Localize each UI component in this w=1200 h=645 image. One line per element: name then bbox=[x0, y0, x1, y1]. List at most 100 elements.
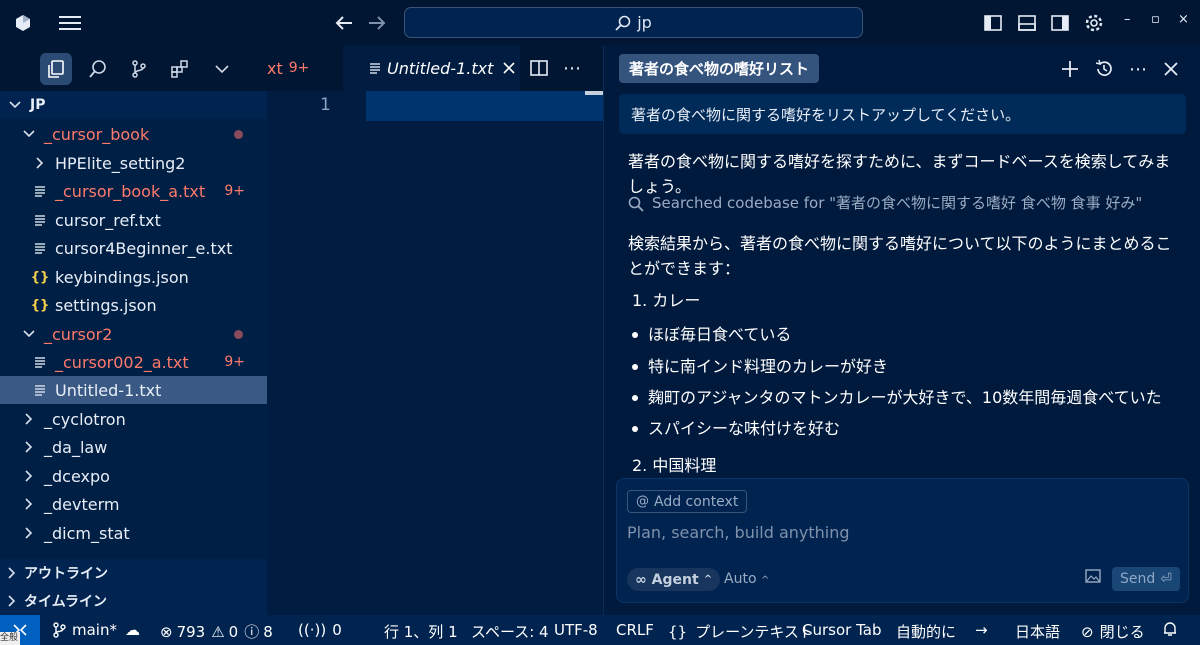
chat-panel: 著者の食べ物の嗜好リスト ⋯ 著者の食べ物に関する嗜好をリストアップしてください… bbox=[603, 45, 1200, 615]
close-tab-icon[interactable] bbox=[503, 62, 515, 74]
search-icon bbox=[628, 196, 644, 212]
outline-section[interactable]: アウトライン bbox=[0, 559, 267, 587]
search-icon[interactable] bbox=[82, 53, 114, 85]
text-file-icon bbox=[33, 185, 47, 197]
tree-item-label: _dcexpo bbox=[44, 466, 110, 486]
tree-item-label: _cursor2 bbox=[44, 324, 113, 344]
chevron-right-icon bbox=[22, 413, 36, 425]
tree-file[interactable]: _cursor_book_a.txt 9+ bbox=[0, 177, 267, 205]
toggle-sidebar-icon[interactable] bbox=[978, 8, 1008, 38]
search-tool-text: Searched codebase for "著者の食べ物に関する嗜好 食べ物 … bbox=[652, 194, 1143, 212]
enter-icon: ⏎ bbox=[1160, 571, 1172, 587]
more-icon[interactable]: ⋯ bbox=[1124, 55, 1152, 83]
explorer-icon[interactable] bbox=[40, 53, 72, 85]
tree-file[interactable]: {} keybindings.json bbox=[0, 263, 267, 291]
tree-folder[interactable]: _da_law bbox=[0, 433, 267, 461]
tree-file[interactable]: {} settings.json bbox=[0, 291, 267, 319]
git-branch[interactable]: main* ☁ bbox=[52, 621, 140, 639]
search-icon bbox=[615, 15, 631, 31]
toggle-secondary-sidebar-icon[interactable] bbox=[1045, 8, 1075, 38]
user-message[interactable]: 著者の食べ物に関する嗜好をリストアップしてください。 bbox=[619, 94, 1186, 134]
json-file-icon: {} bbox=[30, 269, 50, 285]
tooltip-fragment: 全般 bbox=[0, 632, 20, 645]
ports-count: 0 bbox=[332, 621, 342, 639]
tree-file[interactable]: _cursor002_a.txt 9+ bbox=[0, 348, 267, 376]
chat-input[interactable]: Plan, search, build anything bbox=[627, 523, 850, 542]
tree-folder[interactable]: _devterm bbox=[0, 490, 267, 518]
text-file-icon bbox=[33, 356, 47, 368]
tab-untitled[interactable]: Untitled-1.txt bbox=[343, 45, 520, 91]
image-attach-icon[interactable] bbox=[1085, 569, 1101, 583]
extensions-icon[interactable] bbox=[164, 53, 196, 85]
model-label: Auto bbox=[724, 571, 757, 587]
modified-dot bbox=[234, 329, 243, 339]
restore-button[interactable]: ▫ bbox=[1151, 12, 1160, 27]
source-control-icon[interactable] bbox=[123, 53, 155, 85]
tree-item-label: _cyclotron bbox=[44, 409, 126, 429]
send-button[interactable]: Send ⏎ bbox=[1112, 567, 1180, 591]
menu-icon[interactable] bbox=[55, 8, 85, 38]
info-icon: ⓘ bbox=[244, 623, 260, 641]
indentation[interactable]: スペース: 4 bbox=[471, 621, 549, 642]
sync-cloud-icon: ☁ bbox=[124, 621, 140, 639]
tab-partial[interactable]: xt 9+ bbox=[267, 45, 343, 91]
new-chat-plus-icon[interactable] bbox=[1056, 55, 1084, 83]
more-actions-icon[interactable]: ⋯ bbox=[563, 45, 583, 91]
close-status-item[interactable]: ⊘ 閉じる bbox=[1081, 621, 1145, 642]
tree-folder[interactable]: _dicm_stat bbox=[0, 519, 267, 547]
close-window-button[interactable]: × bbox=[1178, 12, 1189, 27]
tree-folder[interactable]: _cyclotron bbox=[0, 405, 267, 433]
ports-indicator[interactable]: ((·)) 0 bbox=[298, 621, 342, 639]
encoding[interactable]: UTF-8 bbox=[554, 621, 598, 639]
minimize-button[interactable]: – bbox=[1124, 12, 1131, 27]
language-mode[interactable]: {} プレーンテキスト bbox=[668, 621, 814, 642]
branch-name: main* bbox=[72, 621, 117, 639]
tree-file[interactable]: cursor_ref.txt bbox=[0, 206, 267, 234]
warning-icon: ⚠ bbox=[211, 622, 225, 641]
chat-tab-title[interactable]: 著者の食べ物の嗜好リスト bbox=[619, 54, 820, 83]
list-item: ほぼ毎日食べている bbox=[628, 323, 791, 348]
add-context-button[interactable]: @ Add context bbox=[627, 490, 748, 513]
line-ending[interactable]: CRLF bbox=[616, 621, 654, 639]
list-item: スパイシーな味付けを好む bbox=[628, 417, 840, 442]
notifications-bell-icon[interactable] bbox=[1163, 621, 1177, 637]
tree-folder[interactable]: _dcexpo bbox=[0, 462, 267, 490]
settings-gear-icon[interactable] bbox=[1079, 8, 1109, 38]
list-item-text: 麹町のアジャンタのマトンカレーが大好きで、10数年間毎週食べていた bbox=[648, 388, 1162, 407]
tab-label: Untitled-1.txt bbox=[387, 58, 494, 78]
workspace-root[interactable]: JP bbox=[0, 91, 267, 119]
tree-folder[interactable]: HPElite_setting2 bbox=[0, 149, 267, 177]
history-icon[interactable] bbox=[1090, 55, 1118, 83]
braces-icon: {} bbox=[668, 622, 688, 641]
tree-folder[interactable]: _cursor2 bbox=[0, 320, 267, 348]
close-panel-icon[interactable] bbox=[1157, 55, 1185, 83]
tree-item-label: _da_law bbox=[44, 437, 108, 457]
problems-summary[interactable]: ⊗ 793 ⚠ 0 ⓘ 8 bbox=[160, 621, 273, 642]
model-selector[interactable]: Auto ^ bbox=[724, 571, 769, 587]
editor-area[interactable]: 1 bbox=[267, 91, 672, 615]
toggle-panel-icon[interactable] bbox=[1012, 8, 1042, 38]
arrow-right-icon[interactable]: → bbox=[975, 621, 988, 639]
command-center-search[interactable]: jp bbox=[404, 7, 863, 38]
back-arrow-icon[interactable] bbox=[329, 8, 359, 38]
scrollbar[interactable] bbox=[585, 91, 603, 95]
app-logo-icon bbox=[8, 8, 38, 38]
tree-folder[interactable]: _cursor_book bbox=[0, 120, 267, 148]
tree-file-selected[interactable]: Untitled-1.txt bbox=[0, 376, 267, 404]
timeline-section[interactable]: タイムライン bbox=[0, 587, 267, 615]
split-editor-icon[interactable] bbox=[530, 45, 550, 91]
forward-arrow-icon[interactable] bbox=[362, 8, 392, 38]
cursor-position[interactable]: 行 1、列 1 bbox=[384, 621, 458, 642]
agent-mode-selector[interactable]: ∞ Agent ^ bbox=[627, 568, 721, 591]
language-label: プレーンテキスト bbox=[695, 623, 814, 641]
chevron-down-icon[interactable] bbox=[206, 53, 238, 85]
cursor-tab-status[interactable]: Cursor Tab bbox=[802, 621, 881, 639]
send-label: Send bbox=[1120, 571, 1156, 587]
auto-status[interactable]: 自動的に bbox=[896, 621, 956, 642]
line-number: 1 bbox=[320, 95, 331, 115]
search-tool-result[interactable]: Searched codebase for "著者の食べ物に関する嗜好 食べ物 … bbox=[628, 192, 1178, 215]
problem-count-badge: 9+ bbox=[224, 183, 245, 199]
locale-status[interactable]: 日本語 bbox=[1015, 621, 1060, 642]
tree-file[interactable]: cursor4Beginner_e.txt bbox=[0, 234, 267, 262]
chevron-up-icon: ^ bbox=[760, 575, 770, 586]
